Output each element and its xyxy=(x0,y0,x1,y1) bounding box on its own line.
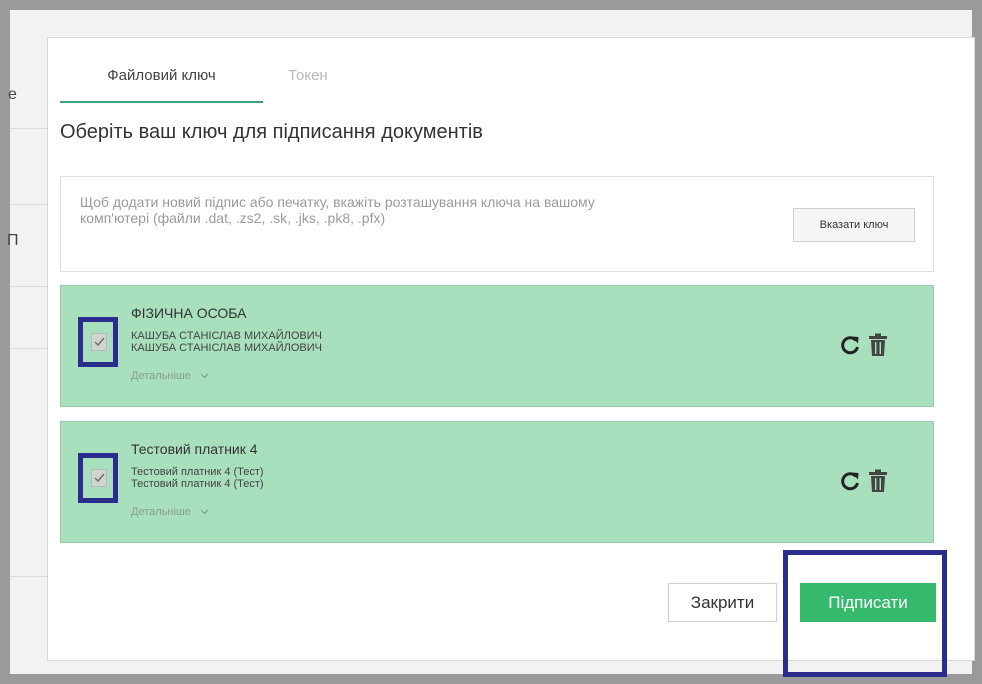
checkbox-highlight xyxy=(78,317,118,367)
key-checkbox[interactable] xyxy=(91,469,107,487)
chevron-down-icon xyxy=(200,370,209,382)
refresh-icon[interactable] xyxy=(839,470,861,492)
refresh-icon[interactable] xyxy=(839,334,861,356)
key-card: ФІЗИЧНА ОСОБА КАШУБА СТАНІСЛАВ МИХАЙЛОВИ… xyxy=(60,285,934,407)
details-label: Детальніше xyxy=(131,506,191,518)
check-icon xyxy=(94,473,105,483)
tab-token[interactable]: Токен xyxy=(270,58,398,101)
key-checkbox[interactable] xyxy=(91,333,107,351)
add-key-hint: Щоб додати новий підпис або печатку, вка… xyxy=(80,194,595,226)
details-label: Детальніше xyxy=(131,370,191,382)
key-owner-title: ФІЗИЧНА ОСОБА xyxy=(131,305,247,321)
details-link[interactable]: Детальніше xyxy=(131,370,209,382)
backdrop-fragment: П xyxy=(7,232,19,249)
check-icon xyxy=(94,337,105,347)
key-card: Тестовий платник 4 Тестовий платник 4 (Т… xyxy=(60,421,934,543)
trash-icon[interactable] xyxy=(868,333,888,357)
tab-file-key[interactable]: Файловий ключ xyxy=(60,58,263,103)
dialog-title: Оберіть ваш ключ для підписання документ… xyxy=(60,121,483,143)
key-owner-line: Тестовий платник 4 (Тест) xyxy=(131,478,264,490)
backdrop-fragment: e xyxy=(8,86,17,103)
trash-icon[interactable] xyxy=(868,469,888,493)
close-button[interactable]: Закрити xyxy=(668,583,777,622)
sign-button-highlight xyxy=(783,550,947,677)
key-owner-title: Тестовий платник 4 xyxy=(131,441,258,457)
key-owner-line: КАШУБА СТАНІСЛАВ МИХАЙЛОВИЧ xyxy=(131,330,322,342)
details-link[interactable]: Детальніше xyxy=(131,506,209,518)
key-owner-line: Тестовий платник 4 (Тест) xyxy=(131,466,264,478)
chevron-down-icon xyxy=(200,506,209,518)
key-owner-line: КАШУБА СТАНІСЛАВ МИХАЙЛОВИЧ xyxy=(131,342,322,354)
checkbox-highlight xyxy=(78,453,118,503)
specify-key-button[interactable]: Вказати ключ xyxy=(793,208,915,242)
add-key-panel: Щоб додати новий підпис або печатку, вка… xyxy=(60,176,934,272)
